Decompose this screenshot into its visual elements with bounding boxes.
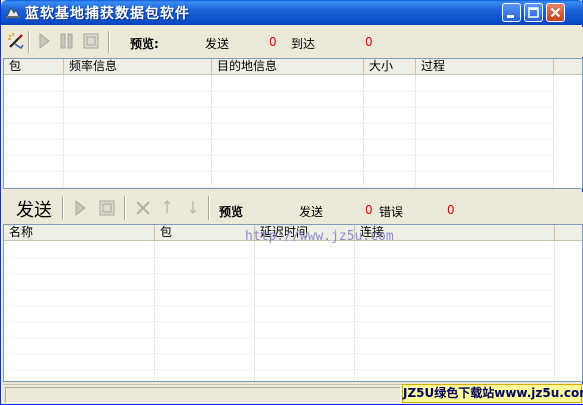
sent-count: 0 xyxy=(269,35,277,49)
capture-wand-button[interactable] xyxy=(5,30,27,52)
toolbar-separator xyxy=(124,196,126,220)
column-header-name[interactable]: 名称 xyxy=(4,225,155,241)
column-header-frequency[interactable]: 频率信息 xyxy=(64,59,212,75)
window-title: 蓝软基地捕获数据包软件 xyxy=(25,6,190,22)
stop-capture-button[interactable] xyxy=(80,30,102,52)
column-header-filler xyxy=(554,59,582,75)
stop-icon xyxy=(83,33,99,49)
send-stop-button[interactable] xyxy=(96,197,118,219)
grid-row-line xyxy=(4,273,555,274)
delete-button[interactable] xyxy=(132,197,154,219)
column-header-process[interactable]: 过程 xyxy=(416,59,554,75)
grid-column-line xyxy=(554,241,555,381)
app-icon xyxy=(6,7,20,18)
grid-row-line xyxy=(4,337,555,338)
grid-row-line xyxy=(4,257,555,258)
grid-row-line xyxy=(4,91,554,92)
send-sent-count: 0 xyxy=(365,203,373,217)
column-header-packet[interactable]: 包 xyxy=(155,225,255,241)
start-capture-button[interactable] xyxy=(33,30,55,52)
column-header-size[interactable]: 大小 xyxy=(364,59,416,75)
close-button[interactable] xyxy=(546,3,565,22)
maximize-icon xyxy=(528,7,539,18)
maximize-button[interactable] xyxy=(524,3,543,22)
grid-row-line xyxy=(4,289,555,290)
toolbar-separator xyxy=(62,196,64,220)
minimize-icon xyxy=(507,15,514,18)
arrow-down-icon xyxy=(189,201,197,214)
send-title: 发送 xyxy=(16,200,52,221)
close-icon xyxy=(550,7,561,18)
send-error-count: 0 xyxy=(447,203,455,217)
toolbar-separator xyxy=(108,31,110,53)
arrived-label: 到达 xyxy=(291,37,316,51)
grid-row-line xyxy=(4,321,555,322)
sent-label: 发送 xyxy=(205,37,230,51)
send-sent-label: 发送 xyxy=(299,205,324,219)
grid-column-line xyxy=(154,241,155,381)
send-toolbar: 发送 预览 发送 0 错误 0 xyxy=(2,192,583,224)
grid-row-line xyxy=(4,305,555,306)
preview-label: 预览: xyxy=(130,37,159,51)
send-play-button[interactable] xyxy=(69,197,91,219)
arrow-up-icon xyxy=(163,200,171,213)
play-icon xyxy=(39,32,50,50)
move-down-button[interactable] xyxy=(182,197,204,219)
send-preview-label: 预览 xyxy=(219,205,244,219)
grid-row-line xyxy=(4,107,554,108)
column-header-filler xyxy=(555,225,582,241)
grid-column-line xyxy=(354,241,355,381)
magic-wand-icon xyxy=(8,33,24,50)
toolbar-separator xyxy=(208,196,210,220)
watermark-url: http://www.jz5u.com xyxy=(245,229,394,244)
column-header-destination[interactable]: 目的地信息 xyxy=(212,59,364,75)
send-error-label: 错误 xyxy=(379,205,404,219)
pause-icon xyxy=(60,33,73,49)
grid-row-line xyxy=(4,139,554,140)
grid-row-line xyxy=(4,187,554,188)
delete-x-icon xyxy=(136,201,150,215)
capture-packet-list[interactable]: 包 频率信息 目的地信息 大小 过程 xyxy=(3,58,583,189)
capture-toolbar: 预览: 发送 0 到达 0 xyxy=(2,27,583,57)
grid-row-line xyxy=(4,123,554,124)
stop-icon xyxy=(99,200,115,216)
send-packet-list[interactable]: 名称 包 延迟时间 连接 xyxy=(3,224,583,382)
toolbar-separator xyxy=(28,31,30,53)
grid-row-line xyxy=(4,369,555,370)
arrived-count: 0 xyxy=(365,35,373,49)
minimize-button[interactable] xyxy=(502,3,521,22)
grid-row-line xyxy=(4,155,554,156)
column-header-packet[interactable]: 包 xyxy=(4,59,64,75)
status-pane xyxy=(5,387,401,403)
pause-capture-button[interactable] xyxy=(56,30,78,52)
site-logo-badge: JZ5U绿色下载站www.jz5u.com xyxy=(402,384,583,403)
grid-column-line xyxy=(254,241,255,381)
grid-row-line xyxy=(4,353,555,354)
grid-row-line xyxy=(4,171,554,172)
move-up-button[interactable] xyxy=(156,197,178,219)
title-bar[interactable]: 蓝软基地捕获数据包软件 xyxy=(1,0,583,25)
play-icon xyxy=(75,199,86,217)
app-window: 蓝软基地捕获数据包软件 预览: 发送 0 到达 0 包 频率信息 目的地信息 大… xyxy=(0,0,583,405)
